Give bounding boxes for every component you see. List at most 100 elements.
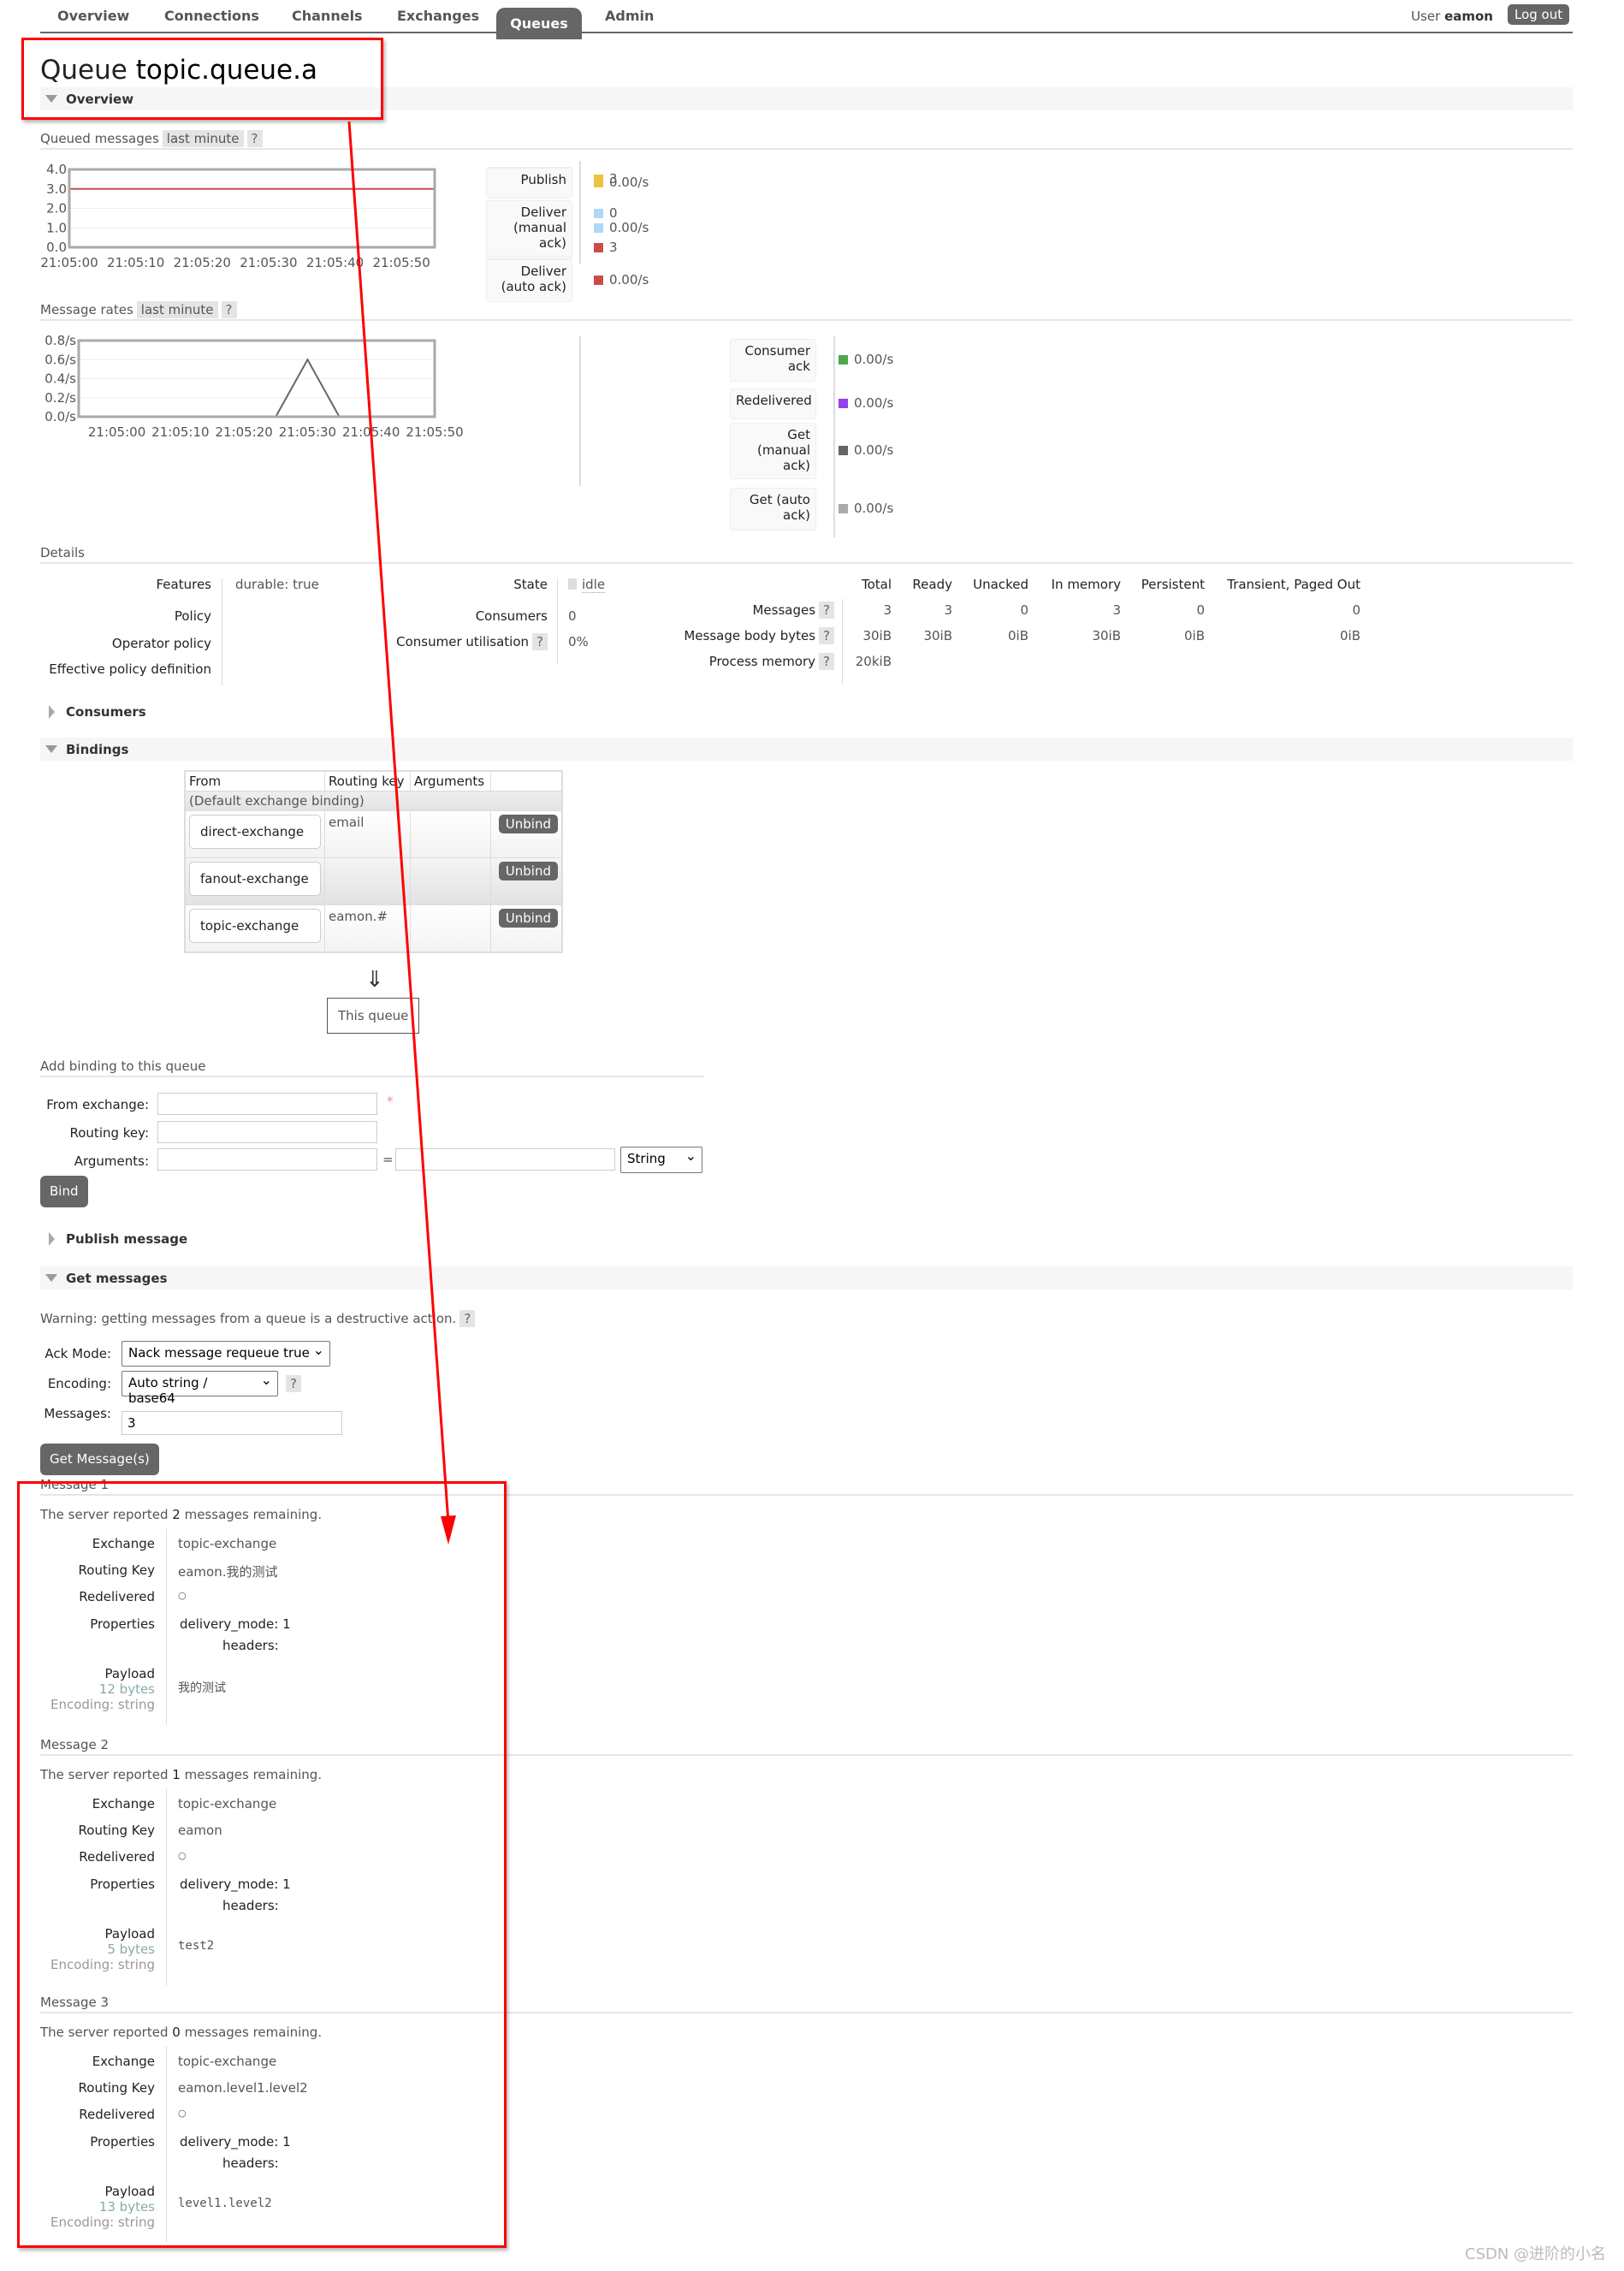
binding-source-link[interactable]: direct-exchange	[189, 815, 321, 849]
unbind-button[interactable]: Unbind	[498, 862, 558, 881]
details-divider	[557, 578, 558, 664]
utilisation-label: Consumer utilisation?	[376, 633, 548, 650]
nav-overview[interactable]: Overview	[57, 8, 129, 24]
nav-divider	[40, 32, 1573, 33]
bind-button[interactable]: Bind	[40, 1176, 88, 1207]
help-icon[interactable]: ?	[819, 627, 834, 644]
stats-cell: 0iB	[1007, 628, 1028, 643]
argument-key-input[interactable]	[157, 1148, 377, 1171]
help-icon[interactable]: ?	[819, 602, 834, 619]
down-arrow-icon: ⇓	[365, 967, 384, 993]
details-header: Details	[40, 545, 86, 560]
stats-row-label: Message body bytes?	[684, 627, 834, 644]
legend-label: Consumer ack	[730, 339, 816, 382]
user-name: eamon	[1444, 9, 1493, 24]
stats-row-label: Process memory?	[709, 653, 834, 670]
legend-value-text: 0.00/s	[854, 395, 894, 411]
section-title: Bindings	[66, 742, 129, 757]
nav-queues[interactable]: Queues	[496, 8, 582, 39]
state-value: idle	[568, 577, 606, 593]
legend-label: Deliver (auto ack)	[486, 259, 572, 302]
binding-routing-key: email	[324, 810, 411, 858]
range-selector[interactable]: last minute	[162, 130, 244, 147]
help-icon[interactable]: ?	[459, 1310, 476, 1327]
legend-value: 3	[594, 240, 618, 255]
section-get-messages[interactable]: Get messages	[40, 1266, 1573, 1290]
from-exchange-input[interactable]	[157, 1093, 377, 1115]
ack-mode-select[interactable]: Nack message requeue true	[122, 1341, 330, 1367]
stats-row-label-text: Message body bytes	[684, 628, 816, 643]
logout-button[interactable]: Log out	[1508, 4, 1570, 25]
routing-key-input[interactable]	[157, 1121, 377, 1143]
legend-value-text: 0.00/s	[609, 175, 649, 190]
details-divider	[842, 599, 843, 685]
help-icon[interactable]: ?	[819, 653, 834, 670]
binding-source-link[interactable]: topic-exchange	[189, 909, 321, 943]
x-tick-label: 21:05:20	[174, 255, 231, 270]
get-messages-button[interactable]: Get Message(s)	[40, 1444, 159, 1475]
stats-col-header: Ready	[912, 577, 952, 592]
stats-cell: 0iB	[1339, 628, 1360, 643]
x-tick-label: 21:05:10	[107, 255, 164, 270]
help-icon[interactable]: ?	[286, 1375, 301, 1392]
section-bindings[interactable]: Bindings	[40, 738, 1573, 761]
nav-admin[interactable]: Admin	[605, 8, 654, 24]
queued-messages-header: Queued messages last minute?	[40, 130, 263, 147]
this-queue-box: This queue	[327, 998, 419, 1034]
binding-source-link[interactable]: fanout-exchange	[189, 862, 321, 896]
stats-cell: 20kiB	[855, 654, 892, 669]
legend-value-text: 0.00/s	[854, 352, 894, 367]
help-icon[interactable]: ?	[246, 130, 263, 147]
nav-connections[interactable]: Connections	[164, 8, 259, 24]
unbind-button[interactable]: Unbind	[498, 909, 558, 928]
messages-count-label: Messages:	[44, 1406, 111, 1421]
default-binding-row: (Default exchange binding)	[184, 791, 563, 811]
binding-arguments	[409, 857, 491, 905]
required-marker: *	[387, 1094, 394, 1109]
watermark: CSDN @进阶的小名	[1465, 2245, 1607, 2263]
binding-routing-key	[324, 857, 411, 905]
binding-row: topic-exchange eamon.# Unbind	[184, 904, 563, 952]
state-icon	[568, 578, 577, 590]
x-tick-label: 21:05:50	[406, 424, 463, 440]
annotation-box-messages	[17, 1481, 507, 2248]
x-tick-label: 21:05:40	[306, 255, 364, 270]
section-publish-message[interactable]: Publish message	[40, 1231, 187, 1247]
encoding-select[interactable]: Auto string / base64	[122, 1371, 278, 1406]
unbind-button[interactable]: Unbind	[498, 815, 558, 833]
detail-value: durable: true	[235, 577, 319, 592]
nav-channels[interactable]: Channels	[292, 8, 363, 24]
legend-label: Publish	[486, 168, 572, 199]
range-selector[interactable]: last minute	[136, 301, 218, 318]
series-line	[79, 358, 435, 418]
detail-label: Operator policy	[111, 636, 211, 651]
equals-sign: =	[382, 1152, 394, 1167]
help-icon[interactable]: ?	[221, 301, 237, 318]
legend-swatch	[594, 178, 603, 187]
message-rates-header: Message rates last minute?	[40, 301, 237, 318]
detail-label: Features	[156, 577, 212, 592]
col-from: From	[184, 770, 325, 792]
section-title: Consumers	[66, 704, 146, 720]
y-tick-label: 0.6/s	[44, 352, 76, 367]
stats-cell: 3	[883, 602, 892, 618]
stats-cell: 30iB	[1092, 628, 1121, 643]
argument-value-input[interactable]	[395, 1148, 615, 1171]
stats-row-label-text: Messages	[752, 602, 816, 618]
legend-value-text: 0.00/s	[609, 272, 649, 288]
section-title: Publish message	[66, 1231, 188, 1247]
binding-row: fanout-exchange Unbind	[184, 857, 563, 905]
legend-swatch	[594, 276, 603, 285]
messages-count-input[interactable]	[122, 1411, 342, 1435]
legend-label: Get (manual ack)	[730, 423, 816, 479]
y-tick-label: 3.0	[46, 181, 67, 197]
stats-cell: 0	[1352, 602, 1360, 618]
legend-value: 0.00/s	[839, 442, 893, 458]
nav-exchanges[interactable]: Exchanges	[397, 8, 479, 24]
argument-type-select[interactable]: String	[620, 1147, 702, 1173]
x-tick-label: 21:05:10	[151, 424, 209, 440]
help-icon[interactable]: ?	[532, 633, 548, 650]
section-consumers[interactable]: Consumers	[40, 704, 146, 720]
divider	[40, 562, 1573, 564]
utilisation-value: 0%	[568, 634, 589, 649]
